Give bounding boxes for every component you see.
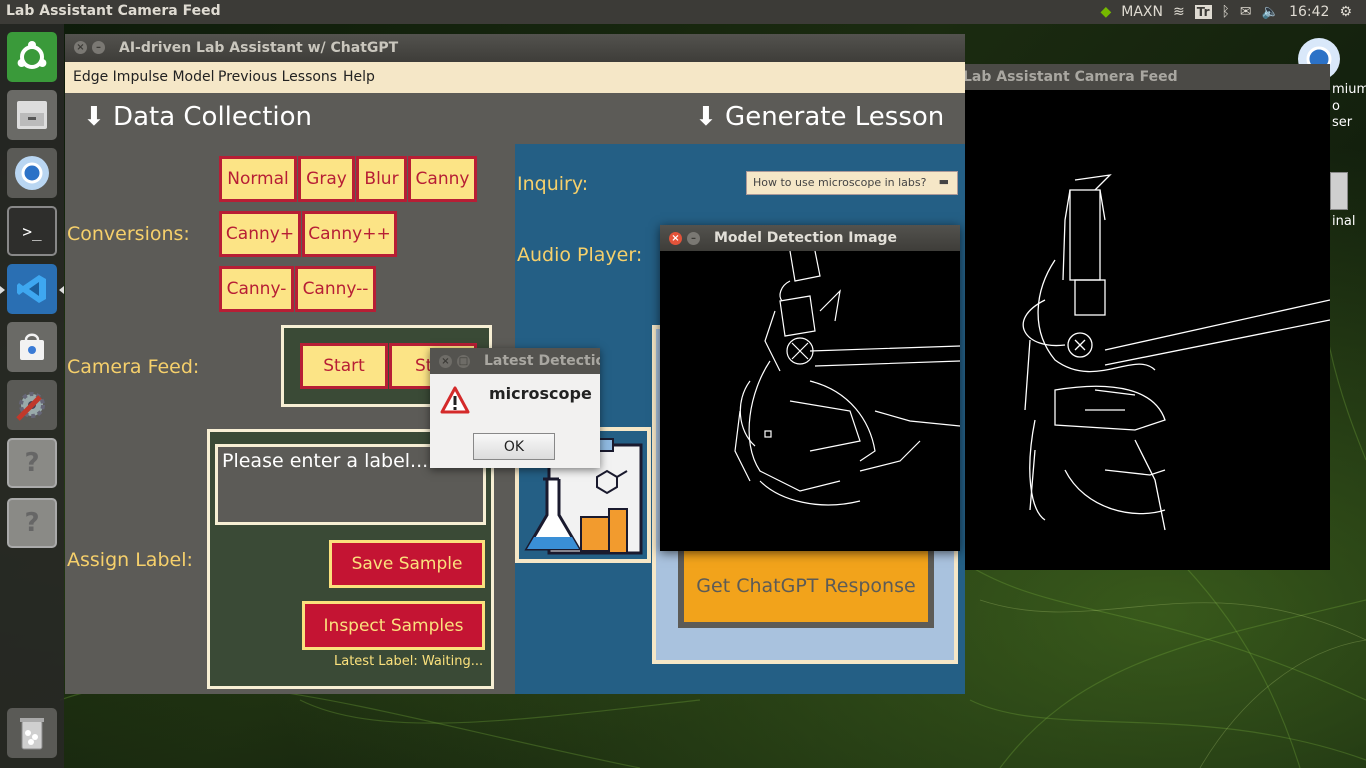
model-detection-window[interactable]: × – Model Detection Image <box>660 225 960 551</box>
keyboard-layout[interactable]: Tr <box>1194 5 1212 19</box>
close-icon[interactable]: × <box>74 41 87 54</box>
conversions-label: Conversions: <box>67 223 190 245</box>
system-tray: ◆ MAXN ≋ Tr ᛒ ✉ 🔈 16:42 ⚙ <box>1100 0 1366 24</box>
unknown-app-icon[interactable]: ? <box>7 498 57 548</box>
menu-previous-lessons[interactable]: Previous Lessons <box>218 69 337 85</box>
volume-icon[interactable]: 🔈 <box>1262 4 1279 20</box>
terminal-icon[interactable]: >_ <box>7 206 57 256</box>
camera-feed-titlebar[interactable]: Lab Assistant Camera Feed <box>935 64 1330 90</box>
vscode-icon[interactable] <box>7 264 57 314</box>
software-center-icon[interactable] <box>7 322 57 372</box>
power-mode[interactable]: MAXN <box>1121 4 1163 20</box>
detection-message: microscope <box>489 384 592 403</box>
inquiry-dropdown[interactable]: How to use microscope in labs? ▬ <box>746 171 958 195</box>
main-window-titlebar[interactable]: × – AI-driven Lab Assistant w/ ChatGPT <box>65 34 965 62</box>
latest-detection-dialog[interactable]: × □ Latest Detection microscope OK <box>430 348 600 468</box>
assign-label-label: Assign Label: <box>67 549 193 571</box>
clock[interactable]: 16:42 <box>1289 4 1329 20</box>
trash-icon[interactable] <box>7 708 57 758</box>
menu-help[interactable]: Help <box>343 69 375 85</box>
inspect-samples-button[interactable]: Inspect Samples <box>302 601 485 650</box>
files-icon[interactable] <box>7 90 57 140</box>
model-detection-titlebar[interactable]: × – Model Detection Image <box>660 225 960 251</box>
minimize-icon[interactable]: – <box>687 232 700 245</box>
focused-indicator <box>59 286 64 294</box>
top-panel: Lab Assistant Camera Feed ◆ MAXN ≋ Tr ᛒ … <box>0 0 1366 24</box>
camera-feed-title: Lab Assistant Camera Feed <box>963 69 1178 85</box>
terminal-desktop-icon[interactable] <box>1330 172 1348 210</box>
canny-minus-button[interactable]: Canny- <box>219 266 294 312</box>
unknown-app-icon[interactable]: ? <box>7 438 57 488</box>
inquiry-selected: How to use microscope in labs? <box>753 176 927 189</box>
ok-button[interactable]: OK <box>473 433 555 460</box>
latest-detection-titlebar[interactable]: × □ Latest Detection <box>430 348 600 374</box>
data-collection-heading: ⬇ Data Collection <box>83 102 312 132</box>
active-indicator <box>0 286 5 294</box>
gray-button[interactable]: Gray <box>298 156 355 202</box>
canny-button[interactable]: Canny <box>408 156 477 202</box>
menu-bar: Edge Impulse Model Previous Lessons Help <box>65 62 965 93</box>
menu-edge-impulse-model[interactable]: Edge Impulse Model <box>73 69 215 85</box>
get-chatgpt-response-button[interactable]: Get ChatGPT Response <box>678 544 934 628</box>
bluetooth-icon[interactable]: ᛒ <box>1222 4 1230 20</box>
main-window-title: AI-driven Lab Assistant w/ ChatGPT <box>119 40 399 56</box>
latest-label-status: Latest Label: Waiting... <box>334 654 484 669</box>
minimize-icon[interactable]: – <box>92 41 105 54</box>
camera-feed-label: Camera Feed: <box>67 356 200 378</box>
inquiry-label: Inquiry: <box>517 173 589 195</box>
gear-icon[interactable]: ⚙ <box>1339 4 1352 20</box>
blur-button[interactable]: Blur <box>356 156 407 202</box>
camera-canny-image <box>1022 174 1330 531</box>
ubuntu-logo-icon[interactable] <box>7 32 57 82</box>
mail-icon[interactable]: ✉ <box>1240 4 1252 20</box>
active-app-title: Lab Assistant Camera Feed <box>6 3 221 19</box>
desktop-label: inal <box>1332 214 1356 229</box>
canny-plus-plus-button[interactable]: Canny++ <box>302 211 397 257</box>
audio-player-label: Audio Player: <box>517 244 643 266</box>
model-detection-title: Model Detection Image <box>714 230 898 246</box>
desktop-label: mium <box>1332 82 1366 97</box>
chromium-icon[interactable] <box>7 148 57 198</box>
detection-canny-image <box>734 251 960 506</box>
save-sample-button[interactable]: Save Sample <box>329 540 485 588</box>
canny-plus-button[interactable]: Canny+ <box>219 211 301 257</box>
maximize-icon[interactable]: □ <box>457 355 470 368</box>
normal-button[interactable]: Normal <box>219 156 297 202</box>
nvidia-icon[interactable]: ◆ <box>1100 4 1111 20</box>
latest-detection-title: Latest Detection <box>484 353 600 369</box>
generate-lesson-heading: ⬇ Generate Lesson <box>695 102 945 132</box>
chevron-down-icon: ▬ <box>938 175 949 188</box>
desktop-label: ser <box>1332 115 1353 130</box>
canny-minus-minus-button[interactable]: Canny-- <box>295 266 376 312</box>
warning-icon <box>440 386 470 414</box>
close-icon[interactable]: × <box>439 355 452 368</box>
close-icon[interactable]: × <box>669 232 682 245</box>
wifi-icon[interactable]: ≋ <box>1173 4 1185 20</box>
settings-tools-icon[interactable] <box>7 380 57 430</box>
desktop-label: o <box>1332 99 1340 114</box>
camera-feed-window[interactable]: Lab Assistant Camera Feed <box>935 64 1330 570</box>
launcher-sidebar: >_ ? ? <box>0 24 64 768</box>
start-button[interactable]: Start <box>300 343 388 389</box>
